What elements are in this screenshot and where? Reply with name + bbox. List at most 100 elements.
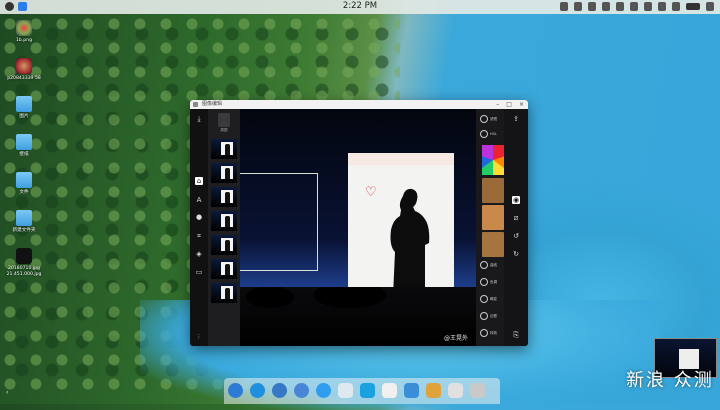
crop-icon[interactable]: ⌗: [195, 232, 203, 240]
export-icon[interactable]: ⎘: [512, 331, 520, 339]
maximize-icon[interactable]: □: [506, 100, 512, 109]
preset-swatch[interactable]: [482, 232, 504, 257]
adjust-option-icon: [480, 115, 488, 123]
desktop-icon[interactable]: 20180710.jpg 21.451.000.jpg: [4, 248, 44, 286]
adjust-option[interactable]: HSL: [480, 130, 497, 138]
app-icon: [193, 102, 198, 107]
folder-icon: [16, 210, 32, 226]
calendar-icon[interactable]: [382, 383, 397, 398]
photo-canvas[interactable]: ♡ @王晃外: [240, 109, 476, 346]
eraser-icon[interactable]: ⧄: [512, 214, 520, 222]
site-watermark: 新浪 众测: [626, 370, 714, 391]
adjust-option[interactable]: 边框: [480, 312, 497, 320]
bluetooth-icon[interactable]: [616, 2, 624, 11]
adjust-option[interactable]: 特效: [480, 329, 497, 337]
adjust-option[interactable]: 曲线: [480, 261, 497, 269]
camera-icon[interactable]: ◉: [512, 196, 520, 204]
desktop-icon[interactable]: 图片: [4, 96, 44, 134]
control-center-icon[interactable]: [706, 2, 714, 11]
adjust-option-icon: [480, 130, 488, 138]
desktop-icon[interactable]: p20843339 58: [4, 58, 44, 96]
window-title: 图像编辑: [202, 101, 223, 107]
adjust-option-label: 边框: [490, 313, 497, 318]
minimize-icon[interactable]: –: [496, 100, 499, 109]
adjust-option-icon: [480, 278, 488, 286]
close-icon[interactable]: ×: [519, 100, 524, 109]
desktop-icon-label: 图片: [19, 114, 29, 119]
frame-icon[interactable]: ▭: [195, 268, 203, 276]
filter-thumb[interactable]: [211, 163, 237, 183]
adjust-option[interactable]: 滤镜: [480, 115, 497, 123]
thumbnail-strip: 原图: [208, 109, 240, 346]
layers-icon[interactable]: ◈: [195, 250, 203, 258]
heart-doodle: ♡: [365, 185, 377, 200]
desktop-icon-label: 壁纸: [19, 152, 29, 157]
image-editor-window: 图像编辑 – □ × ⤓ ⌂ A ● ⌗ ◈ ▭ ⋮ 原图 ♡ @王晃外 滤镜 H…: [190, 100, 528, 346]
filter-thumb[interactable]: [211, 211, 237, 231]
color-palette[interactable]: [482, 145, 504, 175]
help-icon[interactable]: [630, 2, 638, 11]
adjust-option-icon: [480, 329, 488, 337]
left-tool-rail: ⤓ ⌂ A ● ⌗ ◈ ▭ ⋮: [190, 109, 208, 346]
photos-icon[interactable]: [404, 383, 419, 398]
desktop-icon-label: 文件: [19, 190, 29, 195]
window-titlebar[interactable]: 图像编辑 – □ ×: [190, 100, 528, 109]
volume-icon[interactable]: [672, 2, 680, 11]
text-icon[interactable]: A: [195, 196, 203, 204]
menubar: 2:22 PM: [0, 0, 720, 14]
screenshot-icon[interactable]: [560, 2, 568, 11]
filter-thumb[interactable]: [211, 259, 237, 279]
adjust-option-label: 特效: [490, 330, 497, 335]
sidebar-toggle[interactable]: ‹: [6, 389, 8, 396]
camera-app-icon[interactable]: [448, 383, 463, 398]
filter-thumb[interactable]: [211, 139, 237, 159]
desktop-icon[interactable]: 1b.png: [4, 20, 44, 58]
desktop-icon[interactable]: 壁纸: [4, 134, 44, 172]
filter-thumb[interactable]: [211, 283, 237, 303]
adjust-option-label: 滤镜: [490, 116, 497, 121]
mirror-icon[interactable]: [602, 2, 610, 11]
adjust-option[interactable]: 色调: [480, 278, 497, 286]
battery-icon[interactable]: [686, 3, 700, 10]
folder-icon: [16, 96, 32, 112]
more-icon[interactable]: ⋮: [195, 333, 203, 341]
filter-thumb[interactable]: [211, 187, 237, 207]
preset-swatch[interactable]: [482, 205, 504, 230]
redo-icon[interactable]: ↻: [512, 250, 520, 258]
original-thumb-label: 原图: [220, 128, 228, 132]
image-file-icon: [16, 248, 32, 264]
trash-icon[interactable]: [470, 383, 485, 398]
right-tool-rail: ⇪ ◉ ⧄ ↺ ↻ ⎘: [504, 109, 528, 346]
window-controls: – □ ×: [496, 100, 524, 109]
dropbox-icon[interactable]: [644, 2, 652, 11]
filter-thumb[interactable]: [211, 235, 237, 255]
wifi-icon[interactable]: [658, 2, 666, 11]
desktop-icon[interactable]: 文件: [4, 172, 44, 210]
folder-icon: [16, 172, 32, 188]
desktop-icon-label: 新建文件夹: [12, 228, 36, 233]
app-store-icon[interactable]: [250, 383, 265, 398]
canvas-watermark: @王晃外: [443, 335, 468, 342]
preview-icon[interactable]: [338, 383, 353, 398]
browser-icon[interactable]: [360, 383, 375, 398]
stage-frame: [240, 173, 318, 271]
clipboard-icon[interactable]: [574, 2, 582, 11]
adjust-option-label: HSL: [490, 132, 497, 136]
preset-swatch[interactable]: [482, 178, 504, 203]
sticker-icon[interactable]: ●: [195, 213, 203, 221]
share-icon[interactable]: ⇪: [512, 115, 520, 123]
safari-icon[interactable]: [316, 383, 331, 398]
mail-icon[interactable]: [294, 383, 309, 398]
download-icon[interactable]: ⤓: [195, 115, 203, 123]
game-icon[interactable]: [426, 383, 441, 398]
launchpad-icon[interactable]: [228, 383, 243, 398]
adjust-option[interactable]: 畸变: [480, 295, 497, 303]
image-file-icon: [16, 20, 32, 36]
undo-icon[interactable]: ↺: [512, 232, 520, 240]
messages-icon[interactable]: [272, 383, 287, 398]
adjust-option-icon: [480, 295, 488, 303]
keyboard-icon[interactable]: [588, 2, 596, 11]
original-thumb[interactable]: [218, 113, 230, 127]
desktop-icon[interactable]: 新建文件夹: [4, 210, 44, 248]
home-icon[interactable]: ⌂: [195, 177, 203, 185]
